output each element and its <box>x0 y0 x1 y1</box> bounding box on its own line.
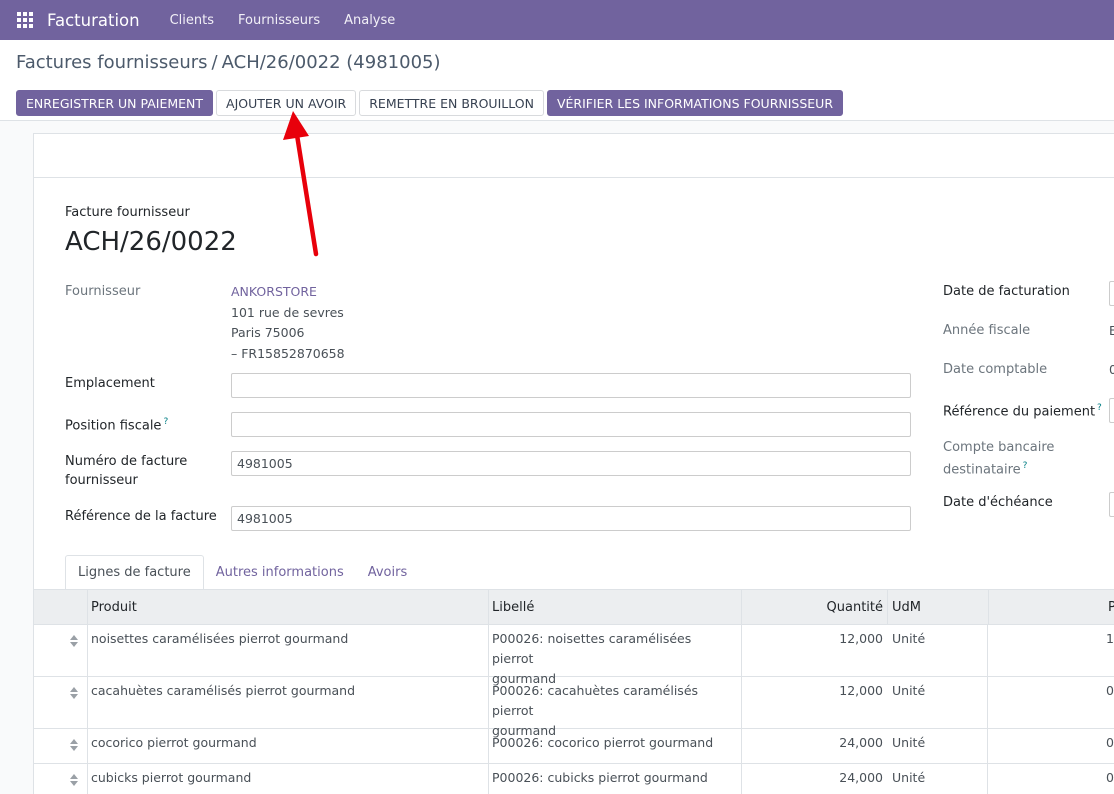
form-sheet: Facture fournisseur ACH/26/0022 Fourniss… <box>33 133 1114 794</box>
status-bar <box>34 134 1114 178</box>
vendor-label: Fournisseur <box>65 284 141 299</box>
drag-handle-icon[interactable] <box>68 773 80 787</box>
document-name: ACH/26/0022 <box>65 227 237 257</box>
top-navbar: Facturation Clients Fournisseurs Analyse <box>0 0 1114 40</box>
row-label-line1: P00026: cacahuètes caramélisés pierrot <box>492 683 699 718</box>
row-uom[interactable]: Unité <box>888 677 929 701</box>
invoice-lines-table: Produit Libellé Quantité UdM P noisettes… <box>34 589 1114 794</box>
bank-account-help-icon[interactable]: ? <box>1023 461 1028 471</box>
payment-reference-label-text: Référence du paiement <box>943 404 1096 420</box>
row-price[interactable]: 1, <box>1102 625 1114 649</box>
vendor-invoice-number-label-line1: Numéro de facture <box>65 454 188 469</box>
row-price[interactable]: 0, <box>1102 729 1114 753</box>
row-product[interactable]: noisettes caramélisées pierrot gourmand <box>87 625 352 649</box>
vendor-block: ANKORSTORE 101 rue de sevres Paris 75006… <box>231 282 345 364</box>
fiscal-year-value: E <box>1109 323 1114 338</box>
payment-reference-help-icon[interactable]: ? <box>1097 403 1102 413</box>
invoice-date-input[interactable] <box>1109 281 1114 306</box>
accounting-date-label: Date comptable <box>943 362 1048 377</box>
column-header-product[interactable]: Produit <box>87 590 141 625</box>
row-label[interactable]: P00026: cubicks pierrot gourmand <box>488 764 738 788</box>
tab-invoice-lines[interactable]: Lignes de facture <box>65 555 204 590</box>
vendor-invoice-number-label: Numéro de facture fournisseur <box>65 452 187 490</box>
row-label[interactable]: P00026: cocorico pierrot gourmand <box>488 729 738 753</box>
column-header-quantity[interactable]: Quantité <box>741 590 887 625</box>
reset-to-draft-button[interactable]: REMETTRE EN BROUILLON <box>359 90 544 116</box>
fiscal-position-help-icon[interactable]: ? <box>163 417 168 427</box>
location-label: Emplacement <box>65 376 155 391</box>
row-price[interactable]: 0, <box>1102 764 1114 788</box>
invoice-date-label: Date de facturation <box>943 284 1070 299</box>
add-credit-note-button[interactable]: AJOUTER UN AVOIR <box>216 90 357 116</box>
breadcrumb-parent[interactable]: Factures fournisseurs <box>16 52 208 73</box>
row-quantity[interactable]: 12,000 <box>741 625 887 649</box>
table-row[interactable]: cacahuètes caramélisés pierrot gourmand … <box>34 677 1114 738</box>
accounting-date-value: 0 <box>1109 362 1114 377</box>
column-header-price[interactable]: P <box>1104 590 1114 625</box>
row-quantity[interactable]: 12,000 <box>741 677 887 701</box>
vendor-address-line2: Paris 75006 <box>231 325 305 340</box>
action-buttons: ENREGISTRER UN PAIEMENT AJOUTER UN AVOIR… <box>16 90 846 116</box>
fiscal-position-input[interactable] <box>231 412 911 437</box>
row-quantity[interactable]: 24,000 <box>741 764 887 788</box>
drag-handle-icon[interactable] <box>68 738 80 752</box>
fiscal-position-label-text: Position fiscale <box>65 418 162 434</box>
table-row[interactable]: noisettes caramélisées pierrot gourmand … <box>34 625 1114 686</box>
due-date-input[interactable] <box>1109 492 1114 517</box>
bank-account-label: Compte bancaire destinataire? <box>943 438 1054 479</box>
control-panel: Factures fournisseurs / ACH/26/0022 (49810… <box>0 40 1114 121</box>
column-header-label[interactable]: Libellé <box>488 590 538 625</box>
bank-account-label-line2-text: destinataire <box>943 462 1021 478</box>
fiscal-position-label: Position fiscale? <box>65 413 168 435</box>
vendor-name-link[interactable]: ANKORSTORE <box>231 282 345 303</box>
register-payment-button[interactable]: ENREGISTRER UN PAIEMENT <box>16 90 214 116</box>
row-product[interactable]: cubicks pierrot gourmand <box>87 764 255 788</box>
nav-item-analyse[interactable]: Analyse <box>344 13 395 28</box>
column-header-uom[interactable]: UdM <box>888 590 925 625</box>
vendor-vat: – FR15852870658 <box>231 345 345 361</box>
nav-item-clients[interactable]: Clients <box>170 13 214 28</box>
drag-handle-icon[interactable] <box>68 634 80 648</box>
breadcrumb-current: ACH/26/0022 (4981005) <box>221 52 441 73</box>
row-label-line1: P00026: noisettes caramélisées pierrot <box>492 631 692 666</box>
verify-vendor-info-button[interactable]: VÉRIFIER LES INFORMATIONS FOURNISSEUR <box>546 90 844 116</box>
document-type: Facture fournisseur <box>65 205 190 220</box>
location-input[interactable] <box>231 373 911 398</box>
table-row[interactable]: cubicks pierrot gourmand P00026: cubicks… <box>34 764 1114 794</box>
bank-account-label-line2: destinataire? <box>943 457 1054 479</box>
nav-item-fournisseurs[interactable]: Fournisseurs <box>238 13 320 28</box>
tab-credit-notes[interactable]: Avoirs <box>356 555 420 590</box>
bank-account-label-line1: Compte bancaire <box>943 440 1055 455</box>
row-uom[interactable]: Unité <box>888 729 929 753</box>
table-header: Produit Libellé Quantité UdM P <box>34 590 1114 625</box>
row-product[interactable]: cocorico pierrot gourmand <box>87 729 261 753</box>
vendor-address-line1: 101 rue de sevres <box>231 304 344 320</box>
vendor-invoice-number-input[interactable]: 4981005 <box>231 451 911 476</box>
row-product[interactable]: cacahuètes caramélisés pierrot gourmand <box>87 677 359 701</box>
due-date-label: Date d'échéance <box>943 495 1053 510</box>
breadcrumb: Factures fournisseurs / ACH/26/0022 (49810… <box>16 52 441 73</box>
tab-other-info[interactable]: Autres informations <box>204 555 356 590</box>
apps-grid-icon[interactable] <box>17 12 33 28</box>
row-quantity[interactable]: 24,000 <box>741 729 887 753</box>
table-row[interactable]: cocorico pierrot gourmand P00026: cocori… <box>34 729 1114 764</box>
breadcrumb-separator: / <box>211 52 218 73</box>
drag-handle-icon[interactable] <box>68 686 80 700</box>
invoice-reference-label: Référence de la facture <box>65 509 217 524</box>
payment-reference-input[interactable] <box>1109 398 1114 423</box>
invoice-reference-input[interactable]: 4981005 <box>231 506 911 531</box>
row-uom[interactable]: Unité <box>888 764 929 788</box>
notebook-tabs: Lignes de facture Autres informations Av… <box>65 555 419 590</box>
payment-reference-label: Référence du paiement? <box>943 399 1102 421</box>
row-uom[interactable]: Unité <box>888 625 929 649</box>
vendor-invoice-number-label-line2: fournisseur <box>65 473 138 488</box>
fiscal-year-label: Année fiscale <box>943 323 1031 338</box>
app-brand[interactable]: Facturation <box>47 11 140 30</box>
row-price[interactable]: 0, <box>1102 677 1114 701</box>
